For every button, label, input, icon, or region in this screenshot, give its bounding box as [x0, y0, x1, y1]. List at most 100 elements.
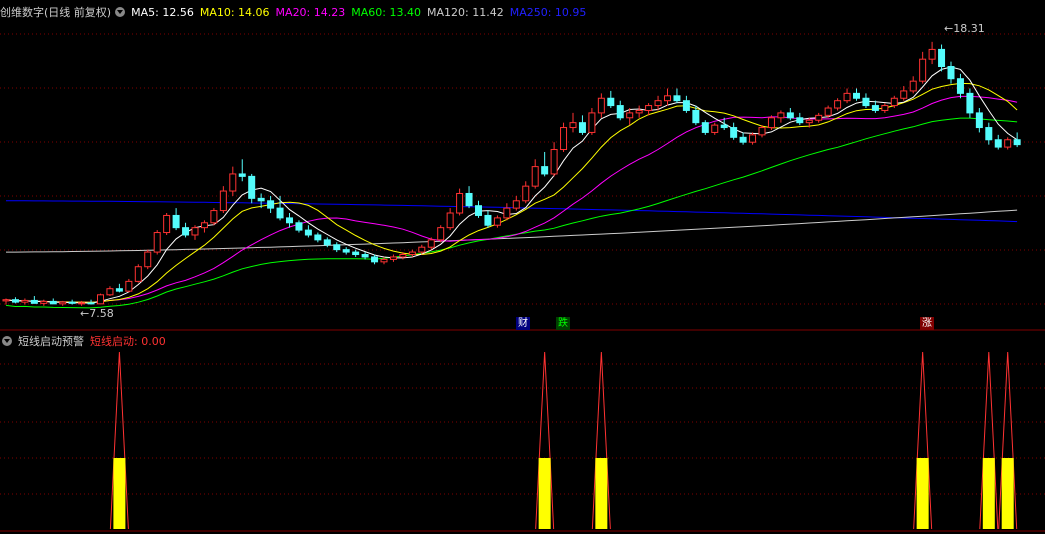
candle-body	[862, 97, 870, 107]
candle-body	[938, 48, 946, 68]
ma10-line	[5, 82, 1018, 303]
indicator-series-legend: 短线启动: 0.00	[90, 335, 166, 348]
candle-body	[342, 249, 350, 253]
candle-body	[786, 112, 794, 119]
signal-bar	[113, 458, 126, 529]
candle-body	[97, 294, 104, 305]
candle-body	[909, 80, 917, 92]
ma250-line	[6, 200, 1018, 223]
candle-body	[21, 299, 29, 303]
candle-body	[956, 78, 964, 94]
candle-body	[503, 207, 511, 219]
low-price-label: ←7.58	[80, 307, 114, 320]
candle-body	[2, 299, 10, 302]
candle-body	[87, 302, 95, 305]
candle-body	[834, 100, 842, 109]
candle-body	[134, 266, 142, 282]
main-chart-header: 创维数字(日线 前复权) MA5: 12.56 MA10: 14.06 MA20…	[0, 3, 592, 21]
signal-series	[109, 351, 1018, 530]
candle-body	[730, 127, 738, 138]
candle-body	[465, 192, 473, 207]
candle-body	[361, 254, 369, 258]
ma60-legend: MA60: 13.40	[351, 5, 421, 19]
candle-body	[985, 127, 993, 141]
signal-bar	[595, 458, 608, 529]
indicator-dropdown-icon[interactable]	[2, 336, 12, 346]
candle-body	[115, 288, 123, 292]
candle-body	[40, 300, 48, 304]
candle-body	[843, 92, 851, 102]
candle-body	[248, 175, 256, 199]
candle-body	[881, 105, 889, 111]
candle-body	[607, 97, 615, 107]
candle-body	[219, 190, 227, 212]
candle-body	[588, 112, 596, 133]
candle-body	[900, 90, 908, 99]
tag-cai[interactable]: 财	[516, 317, 530, 330]
ma120-legend: MA120: 11.42	[426, 5, 504, 19]
candle-body	[531, 166, 539, 187]
candle-body	[210, 210, 218, 224]
candle-body	[919, 58, 927, 82]
candle-body	[673, 95, 681, 102]
candle-body	[701, 122, 709, 133]
signal-bar	[982, 458, 995, 529]
candle-body	[871, 105, 879, 111]
candle-body	[626, 112, 634, 119]
candle-body	[163, 214, 171, 234]
candle-body	[550, 149, 558, 175]
candle-body	[578, 122, 586, 133]
candle-body	[758, 127, 766, 136]
candle-body	[1004, 139, 1012, 148]
candle-body	[692, 109, 700, 124]
candle-body	[314, 234, 322, 241]
candle-body	[645, 105, 653, 111]
candle-body	[597, 97, 605, 114]
candle-body	[616, 105, 624, 119]
candle-body	[229, 173, 237, 192]
candle-body	[928, 48, 936, 60]
dropdown-icon[interactable]	[115, 7, 126, 17]
candle-body	[890, 97, 898, 107]
high-price-label: ←18.31	[944, 22, 985, 35]
candle-body	[682, 100, 690, 111]
candle-body	[767, 117, 775, 129]
candle-body	[238, 173, 246, 177]
tag-zhang[interactable]: 涨	[920, 317, 934, 330]
candle-body	[389, 256, 397, 260]
candle-body	[276, 207, 284, 219]
candle-body	[720, 124, 728, 129]
candle-body	[200, 222, 208, 229]
candle-body	[295, 222, 303, 231]
ma5-legend: MA5: 12.56	[131, 5, 194, 19]
candle-body	[11, 299, 19, 303]
candle-body	[749, 134, 757, 143]
signal-bar	[538, 458, 551, 529]
candle-body	[257, 197, 265, 202]
candle-body	[267, 200, 275, 209]
candle-body	[172, 214, 180, 229]
candle-body	[664, 95, 671, 102]
candle-body	[484, 214, 492, 226]
candle-body	[711, 124, 719, 133]
candle-body	[569, 122, 577, 129]
ma20-legend: MA20: 14.23	[275, 5, 346, 19]
tag-die[interactable]: 跌	[556, 317, 570, 330]
candle-body	[975, 112, 983, 129]
candle-body	[739, 136, 747, 143]
candle-body	[815, 114, 823, 121]
candle-body	[541, 166, 549, 175]
candle-body	[475, 205, 482, 216]
candle-body	[399, 254, 407, 258]
candle-body	[30, 299, 38, 304]
candle-body	[153, 232, 161, 253]
ma10-legend: MA10: 14.06	[199, 5, 270, 19]
candle-body	[560, 127, 568, 151]
candle-body	[191, 227, 199, 236]
candle-body	[59, 301, 67, 305]
candle-body	[654, 100, 662, 107]
signal-bar	[1001, 458, 1014, 529]
candle-body	[380, 258, 388, 263]
candle-body	[456, 192, 464, 214]
candle-body	[1013, 139, 1021, 146]
